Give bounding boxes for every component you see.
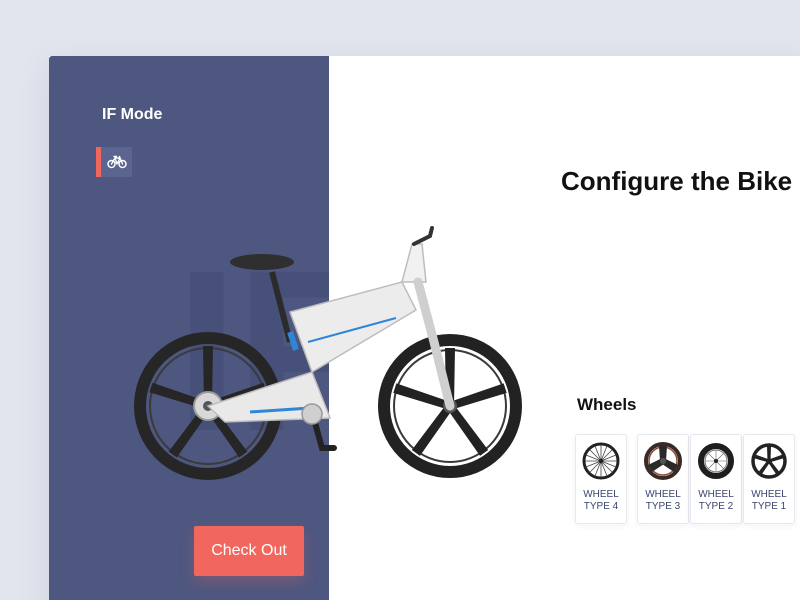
wire-spoke-wheel-icon: [582, 442, 620, 480]
five-spoke-wheel-icon: [751, 443, 787, 479]
wheels-section-title: Wheels: [577, 395, 637, 414]
wheel-option-type-2[interactable]: WHEEL TYPE 2: [690, 434, 742, 524]
deep-rim-wheel-icon: [698, 443, 734, 479]
mode-title: IF Mode: [102, 106, 163, 123]
wheel-option-label: WHEEL TYPE 3: [645, 489, 681, 512]
wheel-option-type-3[interactable]: WHEEL TYPE 3: [637, 434, 689, 524]
tri-spoke-wheel-icon: [644, 442, 682, 480]
wheel-option-label: WHEEL TYPE 2: [698, 489, 734, 512]
mode-button-bike[interactable]: [96, 147, 132, 177]
wheel-option-label: WHEEL TYPE 1: [751, 489, 787, 512]
wheel-option-type-4[interactable]: WHEEL TYPE 4: [575, 434, 627, 524]
bike-frame: [206, 226, 455, 451]
checkout-button[interactable]: Check Out: [194, 526, 304, 576]
bike-preview: [134, 226, 522, 480]
bicycle-icon: [106, 155, 127, 169]
wheel-option-type-1[interactable]: WHEEL TYPE 1: [743, 434, 795, 524]
wheel-option-label: WHEEL TYPE 4: [583, 489, 619, 512]
page-title: Configure the Bike: [561, 166, 793, 196]
